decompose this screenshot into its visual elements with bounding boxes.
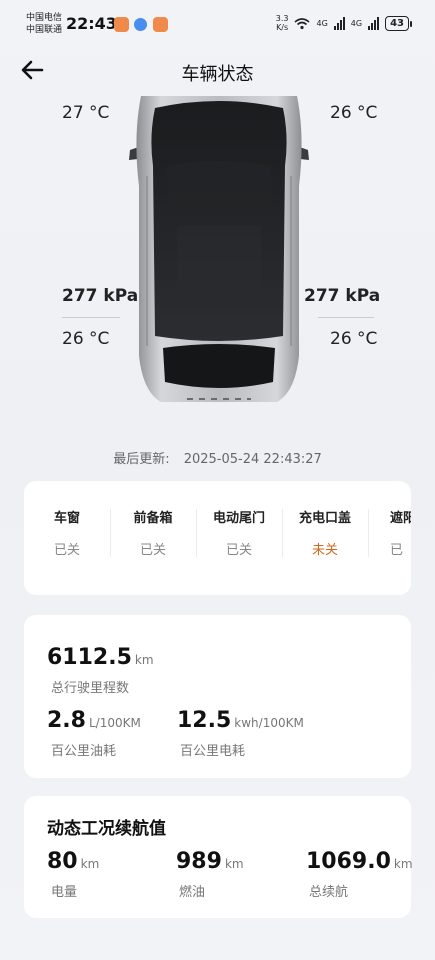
status-item-label: 充电口盖	[298, 511, 351, 526]
elec-range-label: 电量	[51, 885, 78, 900]
tire-divider	[62, 317, 120, 318]
status-item-value: 已关	[53, 543, 80, 558]
fuel-range-label: 燃油	[179, 885, 206, 900]
page-title: 车辆状态	[181, 64, 254, 85]
fuel-range: 989 km	[176, 849, 244, 874]
status-item-value: 已关	[225, 543, 252, 558]
status-item-frunk: 前备箱 已关	[110, 507, 196, 558]
fuel-range-unit: km	[224, 857, 244, 871]
fuel-consumption-value: 2.8	[47, 708, 86, 733]
door-status-card[interactable]: 车窗 已关 前备箱 已关 电动尾门 已关 充电口盖 未关 遮阳 已	[24, 481, 411, 595]
status-item-value: 已	[390, 543, 404, 558]
elec-consumption-unit: kwh/100KM	[234, 716, 304, 730]
elec-consumption-value: 12.5	[177, 708, 232, 733]
app-notification-icon	[114, 17, 129, 32]
total-mileage-unit: km	[134, 653, 154, 667]
rear-right-tire-pressure: 277 kPa	[304, 286, 381, 306]
elec-consumption: 12.5 kwh/100KM	[177, 708, 304, 733]
app-notification-icon	[134, 18, 147, 31]
status-item-value: 已关	[139, 543, 166, 558]
carrier-2: 中国联通	[26, 25, 63, 35]
signal-1-icon	[333, 16, 345, 30]
net-speed: 3.3 K/s	[275, 14, 289, 32]
status-item-label: 电动尾门	[212, 511, 265, 526]
total-mileage-label: 总行驶里程数	[51, 681, 130, 696]
app-notification-icon	[153, 17, 168, 32]
car-top-view-image	[129, 96, 309, 402]
carrier-info: 中国电信 中国联通	[26, 12, 62, 36]
signal-1-label: 4G	[316, 18, 328, 28]
fuel-range-value: 989	[176, 849, 222, 874]
mileage-card: 6112.5 km 总行驶里程数 2.8 L/100KM 百公里油耗 12.5 kwh…	[24, 615, 411, 778]
total-range-value: 1069.0	[306, 849, 391, 874]
status-item-window: 车窗 已关	[24, 507, 110, 558]
dynamic-range-card: 动态工况续航值 80 km 电量 989 km 燃油 1069.0 km 总续航	[24, 796, 413, 918]
last-update-value: 2025-05-24 22:43:27	[183, 452, 322, 467]
battery-icon: 43	[385, 15, 412, 31]
signal-2-icon	[368, 16, 380, 30]
elec-range-unit: km	[80, 857, 100, 871]
total-range: 1069.0 km	[306, 849, 413, 874]
front-left-tire-temp: 27 °C	[62, 103, 110, 123]
carrier-1: 中国电信	[26, 13, 63, 23]
dynamic-range-title: 动态工况续航值	[47, 819, 166, 839]
fuel-consumption: 2.8 L/100KM	[47, 708, 141, 733]
status-item-value: 未关	[311, 543, 338, 558]
status-item-sunshade: 遮阳 已	[368, 507, 411, 558]
wifi-icon	[294, 17, 311, 29]
status-item-tailgate: 电动尾门 已关	[196, 507, 282, 558]
signal-2-label: 4G	[350, 18, 363, 28]
elec-range: 80 km	[47, 849, 99, 874]
status-item-label: 车窗	[53, 511, 80, 526]
fuel-consumption-unit: L/100KM	[88, 716, 141, 730]
tire-divider	[318, 317, 374, 318]
rear-right-tire-temp: 26 °C	[330, 329, 378, 349]
status-item-label: 前备箱	[133, 511, 173, 526]
status-bar: 中国电信 中国联通 22:43 3.3 K/s 4G 4G 43	[0, 0, 435, 48]
fuel-consumption-label: 百公里油耗	[51, 744, 117, 759]
elec-range-value: 80	[47, 849, 78, 874]
total-mileage: 6112.5 km	[47, 645, 154, 670]
total-range-unit: km	[393, 857, 413, 871]
last-update: 最后更新: 2025-05-24 22:43:27	[0, 448, 435, 467]
last-update-label: 最后更新:	[113, 452, 170, 467]
status-item-charge-port: 充电口盖 未关	[282, 507, 368, 558]
status-item-label: 遮阳	[390, 511, 411, 526]
front-right-tire-temp: 26 °C	[330, 103, 378, 123]
rear-left-tire-pressure: 277 kPa	[62, 286, 139, 306]
total-range-label: 总续航	[309, 885, 349, 900]
system-icons: 3.3 K/s 4G 4G 43	[275, 14, 412, 32]
rear-left-tire-temp: 26 °C	[62, 329, 110, 349]
total-mileage-value: 6112.5	[47, 645, 132, 670]
status-list[interactable]: 车窗 已关 前备箱 已关 电动尾门 已关 充电口盖 未关 遮阳 已	[24, 481, 411, 595]
clock: 22:43	[66, 14, 117, 33]
elec-consumption-label: 百公里电耗	[180, 744, 246, 759]
